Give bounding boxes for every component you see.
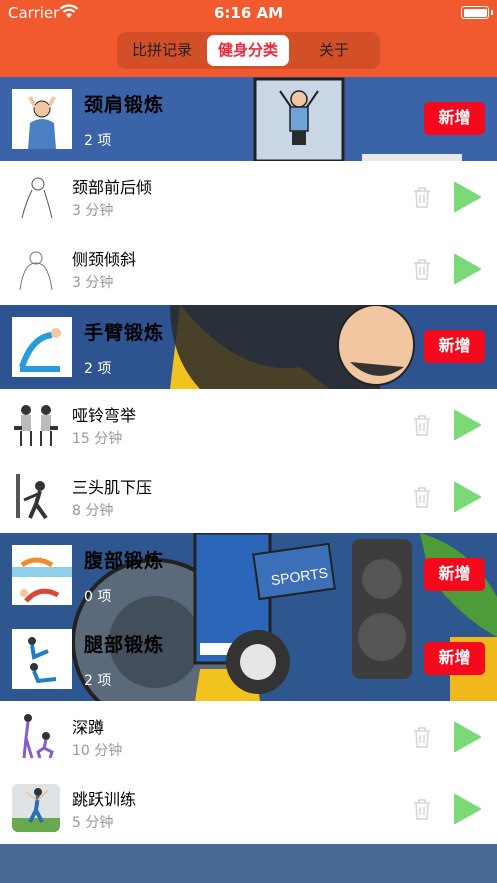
exercise-duration: 5 分钟 [72,815,114,831]
exercise-duration: 3 分钟 [72,275,114,291]
category-thumbnail [12,629,72,689]
add-button[interactable]: 新增 [424,558,485,591]
tab-compare-records[interactable]: 比拼记录 [120,35,204,66]
exercise-duration: 10 分钟 [72,743,123,759]
exercise-thumbnail [12,244,60,292]
exercise-title: 三头肌下压 [72,478,153,497]
play-icon[interactable] [452,409,482,441]
add-button[interactable]: 新增 [424,330,485,363]
category-count: 0 项 [84,589,112,605]
category-title: 颈肩锻炼 [84,94,165,116]
play-icon[interactable] [452,721,482,753]
category-header: 手臂锻炼 2 项 新增 [0,305,497,389]
trash-icon[interactable] [411,797,433,821]
play-icon[interactable] [452,793,482,825]
list-item[interactable]: 颈部前后倾 3 分钟 [0,161,497,233]
add-button[interactable]: 新增 [424,642,485,675]
list-item[interactable]: 三头肌下压 8 分钟 [0,461,497,533]
category-thumbnail [12,89,72,149]
status-bar: Carrier 6:16 AM [0,0,497,26]
category-title: 腹部锻炼 [84,550,165,572]
trash-icon[interactable] [411,485,433,509]
nav-header: 比拼记录 健身分类 关于 [0,26,497,77]
list-item[interactable]: 跳跃训练 5 分钟 [0,773,497,845]
trash-icon[interactable] [411,257,433,281]
category-title: 腿部锻炼 [84,634,165,656]
category-count: 2 项 [84,361,112,377]
exercise-duration: 3 分钟 [72,203,114,219]
list-item[interactable]: 侧颈倾斜 3 分钟 [0,233,497,305]
category-title: 手臂锻炼 [84,322,165,344]
category-thumbnail [12,317,72,377]
trash-icon[interactable] [411,185,433,209]
exercise-title: 侧颈倾斜 [72,250,137,269]
exercise-thumbnail [12,472,60,520]
exercise-title: 颈部前后倾 [72,178,153,197]
category-header: 颈肩锻炼 2 项 新增 [0,77,497,161]
play-icon[interactable] [452,253,482,285]
tab-fitness-categories[interactable]: 健身分类 [207,35,289,66]
category-header: 腹部锻炼 0 项 新增 [0,533,497,617]
clock: 6:16 AM [213,4,284,22]
battery-icon [461,6,489,19]
segmented-control: 比拼记录 健身分类 关于 [117,32,380,69]
exercise-thumbnail [12,400,60,448]
play-icon[interactable] [452,481,482,513]
exercise-duration: 15 分钟 [72,431,123,447]
exercise-title: 哑铃弯举 [72,406,137,425]
play-icon[interactable] [452,181,482,213]
list-item[interactable]: 哑铃弯举 15 分钟 [0,389,497,461]
list-item[interactable]: 深蹲 10 分钟 [0,701,497,773]
category-count: 2 项 [84,673,112,689]
trash-icon[interactable] [411,413,433,437]
category-thumbnail [12,545,72,605]
exercise-thumbnail [12,784,60,832]
category-header: 腿部锻炼 2 项 新增 [0,617,497,701]
add-button[interactable]: 新增 [424,102,485,135]
bottom-background-strip [0,844,497,883]
exercise-thumbnail [12,172,60,220]
category-count: 2 项 [84,133,112,149]
exercise-thumbnail [12,712,60,760]
trash-icon[interactable] [411,725,433,749]
tab-about[interactable]: 关于 [292,35,376,66]
exercise-title: 跳跃训练 [72,790,137,809]
exercise-title: 深蹲 [72,718,105,737]
exercise-duration: 8 分钟 [72,503,114,519]
